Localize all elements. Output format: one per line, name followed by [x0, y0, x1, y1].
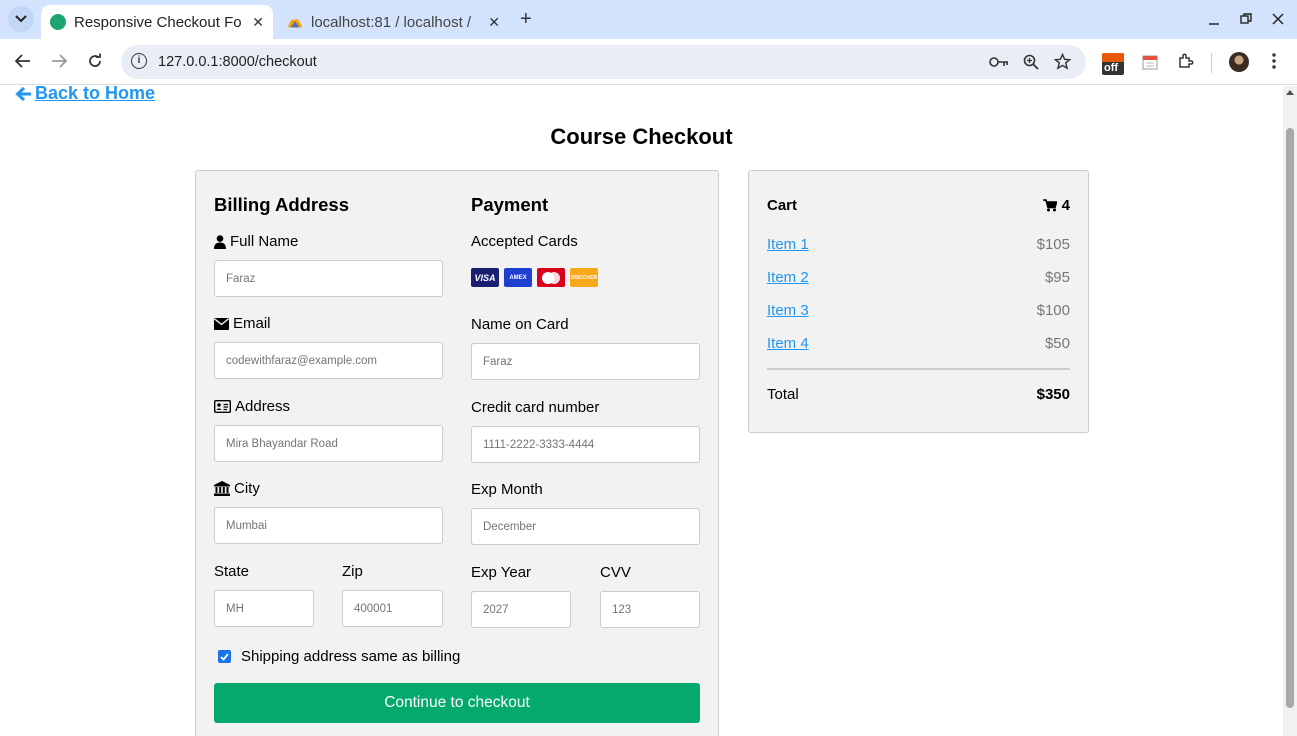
- extensions-puzzle-icon[interactable]: [1177, 52, 1195, 70]
- amex-card-icon: AMEX: [504, 268, 532, 287]
- name-on-card-input[interactable]: Faraz: [471, 343, 700, 380]
- exp-month-input[interactable]: December: [471, 508, 700, 545]
- exp-month-label: Exp Month: [471, 481, 543, 498]
- tab-strip: Responsive Checkout Fo ✕ localhost:81 / …: [0, 0, 1297, 39]
- reload-icon[interactable]: [87, 53, 103, 69]
- zip-input[interactable]: 400001: [342, 590, 443, 627]
- back-to-home-link[interactable]: Back to Home: [15, 86, 155, 104]
- checkmark-icon: [220, 652, 229, 661]
- cvv-input[interactable]: 123: [600, 591, 700, 628]
- arrow-left-icon: [15, 86, 31, 101]
- profile-avatar[interactable]: [1229, 52, 1249, 72]
- cart-count: 4: [1042, 197, 1070, 214]
- scrollbar-thumb[interactable]: [1286, 128, 1294, 708]
- total-label: Total: [767, 386, 799, 403]
- cart-item-link[interactable]: Item 1: [767, 236, 809, 253]
- tab-title: localhost:81 / localhost /: [311, 13, 472, 31]
- calendar-extension-icon[interactable]: [1142, 54, 1158, 70]
- zip-label: Zip: [342, 563, 363, 580]
- address-card-icon: [214, 400, 231, 413]
- name-on-card-label: Name on Card: [471, 316, 569, 333]
- close-window-icon[interactable]: [1272, 13, 1284, 25]
- forward-icon[interactable]: [51, 54, 67, 68]
- page-title: Course Checkout: [550, 124, 733, 149]
- accepted-cards-label: Accepted Cards: [471, 233, 578, 250]
- envelope-icon: [214, 317, 229, 330]
- cart-item-link[interactable]: Item 4: [767, 335, 809, 352]
- discover-card-icon: DISCOVER: [570, 268, 598, 287]
- billing-heading: Billing Address: [214, 194, 350, 215]
- full-name-label: Full Name: [214, 233, 298, 250]
- bookmark-star-icon[interactable]: [1054, 53, 1071, 70]
- tab-search-button[interactable]: [8, 6, 34, 32]
- accepted-cards: VISA AMEX DISCOVER: [471, 268, 598, 287]
- institution-icon: [214, 481, 230, 496]
- continue-to-checkout-button[interactable]: Continue to checkout: [214, 683, 700, 723]
- tab-phpmyadmin[interactable]: localhost:81 / localhost / ✕: [279, 5, 509, 39]
- user-icon: [214, 234, 226, 249]
- city-label: City: [214, 480, 260, 497]
- shipping-same-checkbox[interactable]: [218, 650, 231, 663]
- extension-badge: off: [1104, 62, 1119, 74]
- scroll-up-arrow-icon[interactable]: [1286, 90, 1294, 95]
- full-name-input[interactable]: Faraz: [214, 260, 443, 297]
- extension-off-icon[interactable]: off: [1102, 53, 1124, 75]
- address-bar[interactable]: i 127.0.0.1:8000/checkout: [121, 45, 1086, 79]
- shipping-same-row: Shipping address same as billing: [218, 648, 460, 665]
- tab-checkout[interactable]: Responsive Checkout Fo ✕: [41, 5, 273, 39]
- state-label: State: [214, 563, 250, 580]
- payment-heading: Payment: [471, 194, 549, 215]
- cart-item-price: $50: [1044, 335, 1070, 352]
- credit-card-input[interactable]: 1111-2222-3333-4444: [471, 426, 700, 463]
- visa-card-icon: VISA: [471, 268, 499, 287]
- total-value: $350: [1036, 386, 1070, 403]
- page-scrollbar[interactable]: [1283, 86, 1297, 736]
- cart-item-link[interactable]: Item 2: [767, 269, 809, 286]
- checkout-form: Billing Address Payment Full Name Faraz …: [195, 170, 719, 736]
- tab-title: Responsive Checkout Fo: [74, 13, 242, 31]
- email-input[interactable]: codewithfaraz@example.com: [214, 342, 443, 379]
- state-input[interactable]: MH: [214, 590, 314, 627]
- cart-item-price: $95: [1044, 269, 1070, 286]
- chevron-down-icon: [15, 15, 27, 23]
- key-icon[interactable]: [989, 56, 1009, 68]
- minimize-icon[interactable]: [1208, 14, 1220, 26]
- new-tab-button[interactable]: +: [520, 8, 532, 31]
- cart-heading: Cart: [767, 197, 798, 214]
- toolbar-divider: [1211, 53, 1212, 73]
- credit-card-label: Credit card number: [471, 399, 600, 416]
- cart-item-price: $105: [1036, 236, 1070, 253]
- back-link-label: Back to Home: [35, 86, 156, 103]
- cart-divider: [767, 368, 1070, 370]
- browser-toolbar: i 127.0.0.1:8000/checkout off: [0, 39, 1297, 85]
- exp-year-label: Exp Year: [471, 564, 532, 581]
- cart-panel: Cart 4 Item 1 $105 Item 2 $95 Item 3 $10…: [748, 170, 1089, 433]
- address-input[interactable]: Mira Bhayandar Road: [214, 425, 443, 462]
- cvv-label: CVV: [600, 564, 631, 581]
- more-menu-icon[interactable]: [1272, 53, 1276, 69]
- shopping-cart-icon: [1042, 199, 1057, 212]
- shipping-same-label: Shipping address same as billing: [241, 648, 461, 665]
- restore-icon[interactable]: [1240, 13, 1252, 25]
- address-label: Address: [214, 398, 290, 415]
- page-viewport: Back to Home Course Checkout Billing Add…: [0, 86, 1283, 736]
- exp-year-input[interactable]: 2027: [471, 591, 571, 628]
- checkout-favicon-icon: [50, 14, 66, 30]
- cart-item-price: $100: [1036, 302, 1070, 319]
- cart-item-link[interactable]: Item 3: [767, 302, 809, 319]
- zoom-icon[interactable]: [1023, 54, 1039, 70]
- close-tab-icon[interactable]: ✕: [252, 14, 264, 31]
- mastercard-icon: [537, 268, 565, 287]
- url-text[interactable]: 127.0.0.1:8000/checkout: [158, 54, 317, 70]
- back-icon[interactable]: [15, 54, 31, 68]
- email-label: Email: [214, 315, 271, 332]
- phpmyadmin-favicon-icon: [287, 18, 303, 28]
- city-input[interactable]: Mumbai: [214, 507, 443, 544]
- site-info-icon[interactable]: i: [131, 53, 147, 69]
- close-tab-icon[interactable]: ✕: [488, 14, 500, 31]
